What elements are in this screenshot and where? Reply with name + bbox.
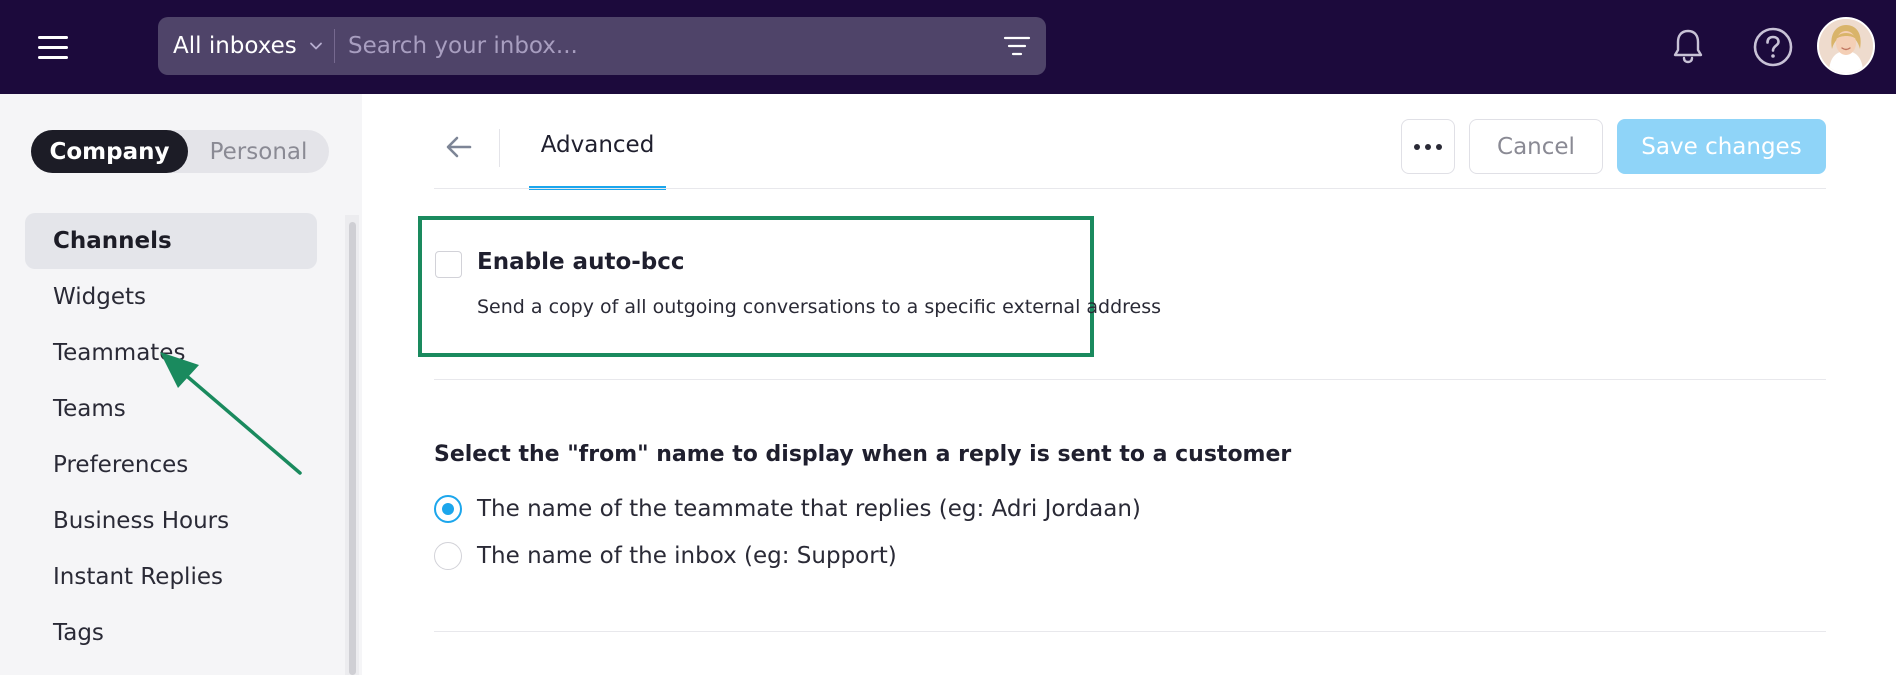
radio-button-selected[interactable] bbox=[434, 495, 462, 523]
radio-option-teammate-name[interactable]: The name of the teammate that replies (e… bbox=[434, 494, 1141, 524]
auto-bcc-title: Enable auto-bcc bbox=[477, 249, 685, 275]
from-name-title: Select the "from" name to display when a… bbox=[434, 442, 1292, 467]
radio-button[interactable] bbox=[434, 542, 462, 570]
auto-bcc-description: Send a copy of all outgoing conversation… bbox=[477, 296, 1162, 318]
sidebar-item-widgets[interactable]: Widgets bbox=[25, 269, 317, 325]
help-icon[interactable] bbox=[1752, 26, 1794, 68]
more-options-button[interactable] bbox=[1401, 119, 1455, 174]
main-content: Advanced Cancel Save changes Enable auto… bbox=[362, 94, 1896, 675]
save-changes-button[interactable]: Save changes bbox=[1617, 119, 1826, 174]
company-personal-toggle: Company Personal bbox=[31, 130, 329, 173]
radio-label-inbox-name: The name of the inbox (eg: Support) bbox=[477, 543, 897, 569]
sidebar-item-teams[interactable]: Teams bbox=[25, 381, 317, 437]
chevron-down-icon bbox=[309, 42, 322, 50]
company-toggle-button[interactable]: Company bbox=[31, 130, 188, 173]
top-bar: All inboxes bbox=[0, 0, 1896, 94]
radio-label-teammate-name: The name of the teammate that replies (e… bbox=[477, 496, 1141, 522]
hamburger-menu-icon[interactable] bbox=[30, 26, 76, 68]
section-divider bbox=[434, 379, 1826, 380]
sidebar-item-preferences[interactable]: Preferences bbox=[25, 437, 317, 493]
sidebar-item-teammates[interactable]: Teammates bbox=[25, 325, 317, 381]
settings-sidebar: Company Personal Channels Widgets Teamma… bbox=[0, 94, 362, 675]
sidebar-item-business-hours[interactable]: Business Hours bbox=[25, 493, 317, 549]
sidebar-item-tags[interactable]: Tags bbox=[25, 605, 317, 661]
sidebar-scrollbar-thumb[interactable] bbox=[349, 222, 356, 675]
cancel-button[interactable]: Cancel bbox=[1469, 119, 1603, 174]
annotation-highlight-box bbox=[418, 216, 1094, 357]
header-divider-line bbox=[434, 188, 1826, 189]
search-input[interactable] bbox=[348, 26, 948, 66]
sidebar-item-channels[interactable]: Channels bbox=[25, 213, 317, 269]
filter-icon[interactable] bbox=[1002, 32, 1032, 60]
sidebar-nav: Channels Widgets Teammates Teams Prefere… bbox=[25, 213, 317, 661]
back-arrow-icon[interactable] bbox=[442, 130, 476, 164]
inbox-select-dropdown[interactable]: All inboxes bbox=[158, 17, 334, 75]
avatar[interactable] bbox=[1817, 17, 1875, 75]
radio-option-inbox-name[interactable]: The name of the inbox (eg: Support) bbox=[434, 541, 897, 571]
tab-advanced[interactable]: Advanced bbox=[529, 132, 666, 168]
section-divider bbox=[434, 631, 1826, 632]
bell-icon[interactable] bbox=[1670, 26, 1706, 66]
personal-toggle-button[interactable]: Personal bbox=[188, 130, 329, 173]
more-dots-icon bbox=[1414, 143, 1420, 150]
header-divider bbox=[499, 129, 500, 167]
sidebar-item-instant-replies[interactable]: Instant Replies bbox=[25, 549, 317, 605]
search-divider bbox=[334, 29, 335, 63]
inbox-select-label: All inboxes bbox=[173, 33, 297, 59]
auto-bcc-checkbox[interactable] bbox=[435, 251, 462, 278]
search-bar: All inboxes bbox=[158, 17, 1046, 75]
